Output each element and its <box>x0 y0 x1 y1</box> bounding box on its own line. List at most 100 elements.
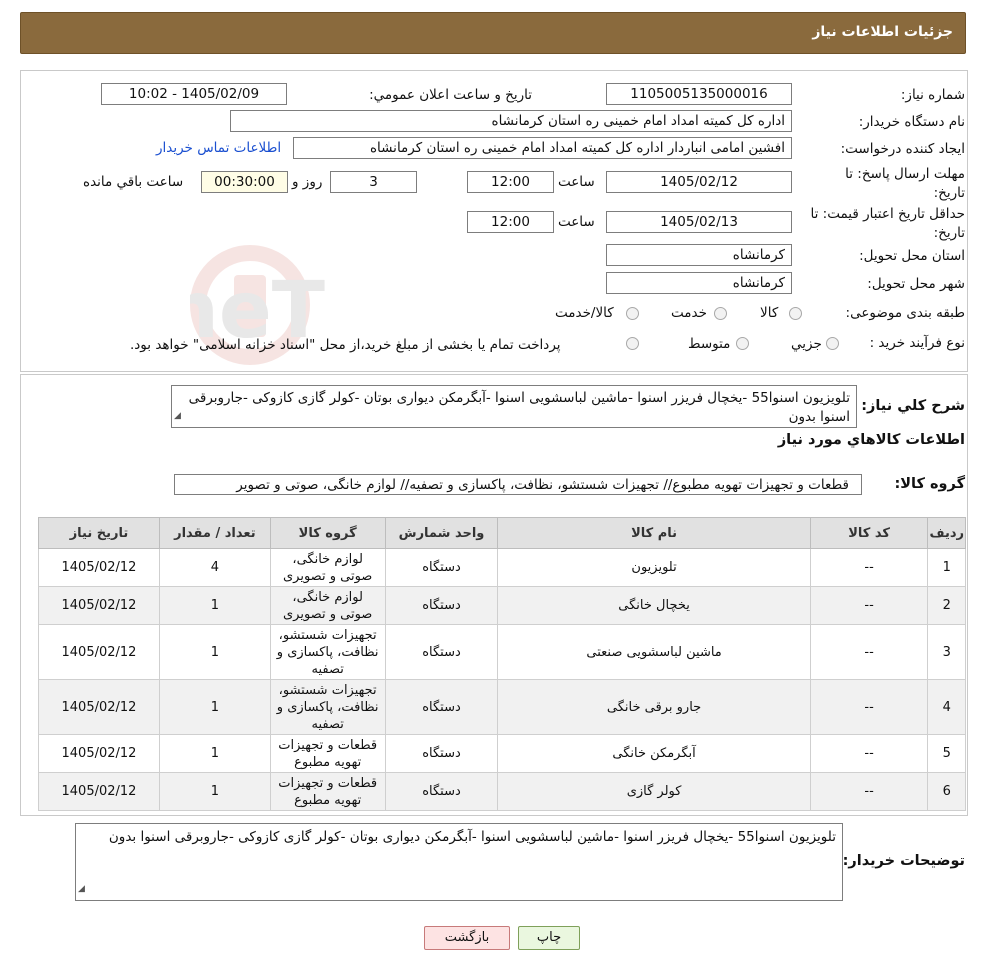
need-number-label: شماره نیاز: <box>900 87 965 103</box>
th-group: گروه کالا <box>269 517 386 549</box>
goods-group-field: قطعات و تجهیزات تهویه مطبوع// تجهیزات شس… <box>174 474 862 495</box>
cell-index: 2 <box>927 586 966 625</box>
cell-group: تجهیزات شستشو، نظافت، پاکسازی و تصفیه <box>269 624 386 680</box>
table-row: 6 -- کولر گازی دستگاه قطعات و تجهیزات ته… <box>38 772 966 811</box>
table-row: 2 -- یخچال خانگی دستگاه لوازم خانگی، صوت… <box>38 586 966 625</box>
category-radio-service[interactable] <box>714 307 727 320</box>
cell-index: 4 <box>927 679 966 735</box>
cell-name: جارو برقی خانگی <box>497 679 811 735</box>
page-title: جزئیات اطلاعات نیاز <box>812 24 953 40</box>
remaining-time-field: 00:30:00 <box>201 171 288 193</box>
buyer-notes-textarea[interactable]: تلویزیون اسنوا55 -یخچال فریزر اسنوا -ماش… <box>75 823 843 901</box>
province-label: استان محل تحویل: <box>859 248 965 264</box>
price-validity-label: حداقل تاریخ اعتبار قیمت: تا تاریخ: <box>810 206 965 241</box>
reply-date-field: 1405/02/12 <box>606 171 792 193</box>
category-option-goods: کالا <box>760 305 779 321</box>
cell-name: کولر گازی <box>497 772 811 811</box>
reply-time-label: ساعت <box>558 174 595 190</box>
cell-index: 6 <box>927 772 966 811</box>
buyer-org-field: اداره کل کمیته امداد امام خمینی ره استان… <box>230 110 792 132</box>
cell-group: قطعات و تجهیزات تهویه مطبوع <box>269 734 386 773</box>
resize-grip-icon[interactable]: ◢ <box>78 880 85 899</box>
cell-name: یخچال خانگی <box>497 586 811 625</box>
goods-group-label: گروه کالا: <box>894 476 965 492</box>
buyer-notes-text: تلویزیون اسنوا55 -یخچال فریزر اسنوا -ماش… <box>108 829 836 845</box>
cell-date: 1405/02/12 <box>38 586 160 625</box>
cell-code: -- <box>809 734 929 773</box>
category-label: طبقه بندی موضوعی: <box>845 305 965 321</box>
buyer-contact-link[interactable]: اطلاعات تماس خریدار <box>156 140 281 156</box>
city-label: شهر محل تحویل: <box>867 276 965 292</box>
process-treasury-note: پرداخت تمام یا بخشی از مبلغ خرید،از محل … <box>130 337 561 353</box>
cell-group: قطعات و تجهیزات تهویه مطبوع <box>269 772 386 811</box>
cell-unit: دستگاه <box>384 734 499 773</box>
th-qty: تعداد / مقدار <box>158 517 271 549</box>
cell-date: 1405/02/12 <box>38 548 160 587</box>
cell-date: 1405/02/12 <box>38 734 160 773</box>
th-date: تاریخ نیاز <box>38 517 160 549</box>
price-time-label: ساعت <box>558 214 595 230</box>
cell-group: تجهیزات شستشو، نظافت، پاکسازی و تصفیه <box>269 679 386 735</box>
cell-date: 1405/02/12 <box>38 679 160 735</box>
cell-date: 1405/02/12 <box>38 624 160 680</box>
summary-label: شرح کلي نیاز: <box>861 398 965 414</box>
category-radio-goods-service[interactable] <box>626 307 639 320</box>
cell-qty: 1 <box>158 624 271 680</box>
creator-label: ایجاد کننده درخواست: <box>840 141 965 157</box>
days-field: 3 <box>330 171 417 193</box>
cell-qty: 1 <box>158 679 271 735</box>
cell-qty: 1 <box>158 772 271 811</box>
summary-text: تلویزیون اسنوا55 -یخچال فریزر اسنوا -ماش… <box>188 390 850 425</box>
table-header-row: ردیف کد کالا نام کالا واحد شمارش گروه کا… <box>38 517 966 549</box>
process-radio-minor[interactable] <box>826 337 839 350</box>
th-code: کد کالا <box>809 517 929 549</box>
cell-unit: دستگاه <box>384 548 499 587</box>
announce-label: تاریخ و ساعت اعلان عمومي: <box>369 87 532 103</box>
th-name: نام کالا <box>497 517 811 549</box>
cell-index: 3 <box>927 624 966 680</box>
price-time-field: 12:00 <box>467 211 554 233</box>
process-checkbox-treasury[interactable] <box>626 337 639 350</box>
table-row: 3 -- ماشین لباسشویی صنعتی دستگاه تجهیزات… <box>38 624 966 680</box>
reply-time-field: 12:00 <box>467 171 554 193</box>
goods-table: ردیف کد کالا نام کالا واحد شمارش گروه کا… <box>38 517 966 811</box>
announce-field: 1405/02/09 - 10:02 <box>101 83 287 105</box>
cell-code: -- <box>809 772 929 811</box>
category-option-goods-service: کالا/خدمت <box>555 305 614 321</box>
cell-code: -- <box>809 548 929 587</box>
cell-unit: دستگاه <box>384 679 499 735</box>
cell-unit: دستگاه <box>384 624 499 680</box>
buyer-org-label: نام دستگاه خریدار: <box>858 114 965 130</box>
th-unit: واحد شمارش <box>384 517 499 549</box>
process-label: نوع فرآیند خرید : <box>869 335 965 351</box>
cell-qty: 1 <box>158 734 271 773</box>
cell-code: -- <box>809 679 929 735</box>
cell-name: ماشین لباسشویی صنعتی <box>497 624 811 680</box>
process-option-medium: متوسط <box>688 336 731 352</box>
creator-field: افشین امامی انباردار اداره کل کمیته امدا… <box>293 137 792 159</box>
back-button[interactable]: بازگشت <box>424 926 510 950</box>
print-button[interactable]: چاپ <box>518 926 580 950</box>
table-row: 4 -- جارو برقی خانگی دستگاه تجهیزات شستش… <box>38 679 966 735</box>
table-row: 1 -- تلویزیون دستگاه لوازم خانگی، صوتی و… <box>38 548 966 587</box>
cell-group: لوازم خانگی، صوتی و تصویری <box>269 586 386 625</box>
goods-info-title: اطلاعات کالاهاي مورد نیاز <box>777 432 965 448</box>
city-field: کرمانشاه <box>606 272 792 294</box>
cell-code: -- <box>809 586 929 625</box>
category-radio-goods[interactable] <box>789 307 802 320</box>
process-radio-medium[interactable] <box>736 337 749 350</box>
remaining-time-label: ساعت باقي مانده <box>83 174 184 190</box>
resize-grip-icon[interactable]: ◢ <box>174 407 181 426</box>
summary-textarea[interactable]: تلویزیون اسنوا55 -یخچال فریزر اسنوا -ماش… <box>171 385 857 428</box>
cell-name: تلویزیون <box>497 548 811 587</box>
table-row: 5 -- آبگرمکن خانگی دستگاه قطعات و تجهیزا… <box>38 734 966 773</box>
reply-deadline-label: مهلت ارسال پاسخ: تا تاریخ: <box>845 166 965 201</box>
cell-date: 1405/02/12 <box>38 772 160 811</box>
cell-index: 5 <box>927 734 966 773</box>
category-option-service: خدمت <box>671 305 707 321</box>
cell-name: آبگرمکن خانگی <box>497 734 811 773</box>
days-label: روز و <box>292 174 323 190</box>
price-date-field: 1405/02/13 <box>606 211 792 233</box>
cell-qty: 1 <box>158 586 271 625</box>
cell-unit: دستگاه <box>384 586 499 625</box>
